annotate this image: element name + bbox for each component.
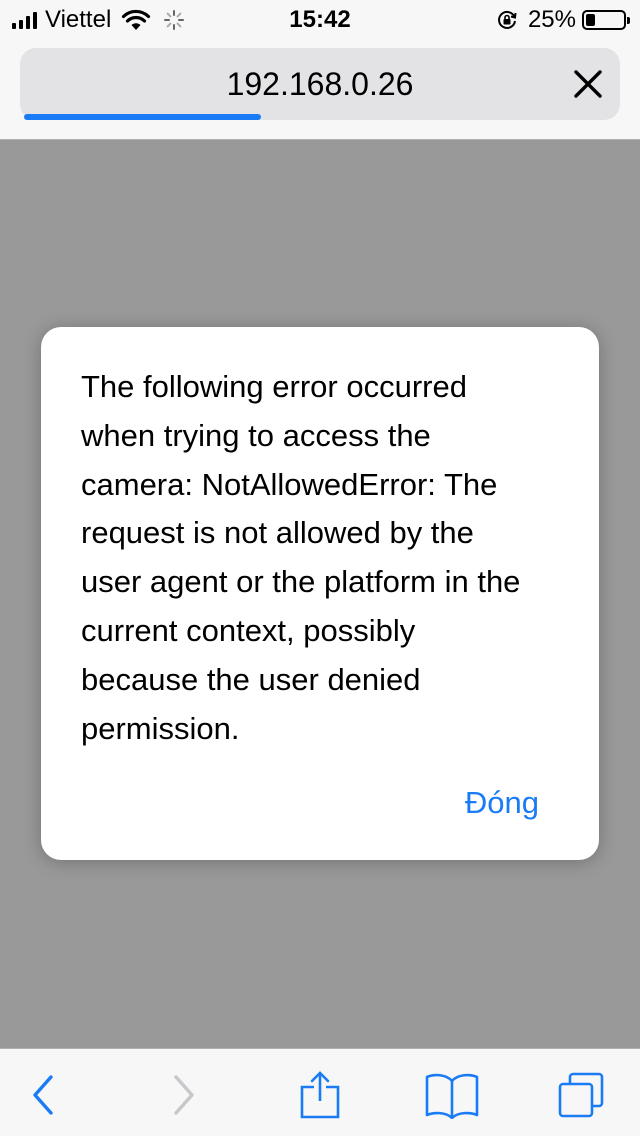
battery-tip xyxy=(627,17,630,24)
bookmarks-icon[interactable] xyxy=(424,1071,480,1120)
close-icon[interactable] xyxy=(572,68,604,100)
battery-icon xyxy=(582,10,630,30)
battery-percent: 25% xyxy=(527,6,576,33)
url-text[interactable]: 192.168.0.26 xyxy=(20,48,620,120)
error-alert-dialog: The following error occurred when trying… xyxy=(41,327,599,860)
alert-close-button[interactable]: Đóng xyxy=(465,783,539,823)
forward-icon xyxy=(156,1071,212,1119)
back-icon[interactable] xyxy=(15,1071,71,1119)
safari-screen: Viettel 15:42 25% 192.168.0.26 The follo… xyxy=(0,0,640,1136)
share-icon[interactable] xyxy=(292,1071,348,1119)
browser-address-bar: 192.168.0.26 xyxy=(0,40,640,140)
status-right: 25% xyxy=(496,6,630,34)
status-bar: Viettel 15:42 25% xyxy=(0,0,640,40)
browser-toolbar xyxy=(0,1048,640,1136)
url-field[interactable]: 192.168.0.26 xyxy=(20,48,620,120)
battery-fill xyxy=(586,14,595,26)
rotation-lock-icon xyxy=(498,10,517,29)
page-load-progress-bar xyxy=(24,114,261,120)
tabs-icon[interactable] xyxy=(554,1071,610,1119)
alert-message: The following error occurred when trying… xyxy=(81,369,521,746)
